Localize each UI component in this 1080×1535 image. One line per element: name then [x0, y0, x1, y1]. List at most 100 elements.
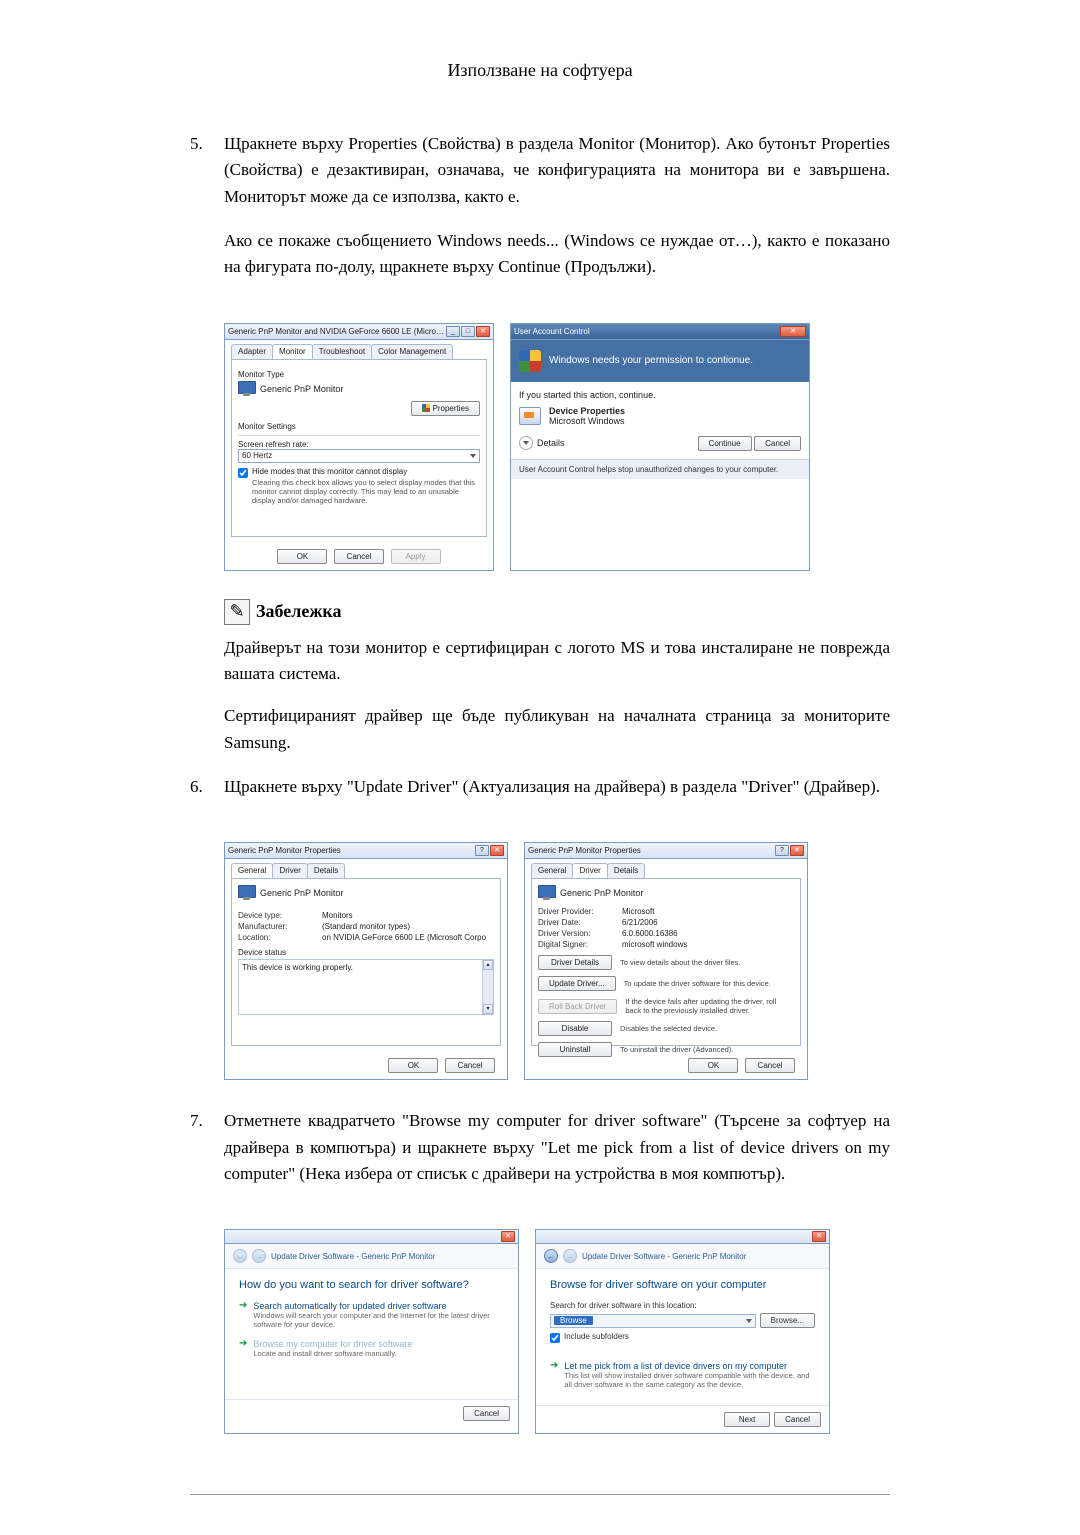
- continue-button[interactable]: Continue: [698, 436, 752, 451]
- cancel-button[interactable]: Cancel: [774, 1412, 821, 1427]
- tab-general[interactable]: General: [531, 863, 573, 878]
- cancel-button[interactable]: Cancel: [334, 549, 384, 564]
- option-label: Browse my computer for driver software: [253, 1339, 412, 1349]
- tab-driver[interactable]: Driver: [272, 863, 307, 878]
- tab-monitor[interactable]: Monitor: [272, 344, 313, 359]
- window-title: Generic PnP Monitor and NVIDIA GeForce 6…: [228, 327, 446, 336]
- uac-dialog: User Account Control ✕ Windows needs you…: [510, 323, 810, 571]
- monitor-settings-label: Monitor Settings: [238, 422, 480, 431]
- uac-headline: Windows needs your permission to contion…: [549, 355, 753, 366]
- wizard-heading: Browse for driver software on your compu…: [550, 1279, 815, 1291]
- uac-program-name: Device Properties: [549, 406, 625, 416]
- close-button[interactable]: ✕: [780, 326, 806, 337]
- scrollbar[interactable]: ▴ ▾: [482, 960, 493, 1014]
- label-driver-version: Driver Version:: [538, 929, 622, 938]
- driver-details-button[interactable]: Driver Details: [538, 955, 612, 970]
- close-button[interactable]: ✕: [790, 845, 804, 856]
- monitor-properties-driver: Generic PnP Monitor Properties ? ✕ Gener…: [524, 842, 808, 1080]
- cancel-button[interactable]: Cancel: [463, 1406, 510, 1421]
- close-button[interactable]: ✕: [476, 326, 490, 337]
- titlebar: Generic PnP Monitor Properties ? ✕: [525, 843, 807, 859]
- ok-button[interactable]: OK: [388, 1058, 438, 1073]
- titlebar: Generic PnP Monitor Properties ? ✕: [225, 843, 507, 859]
- hide-modes-input[interactable]: [238, 468, 248, 478]
- label-location: Location:: [238, 933, 322, 942]
- close-button[interactable]: ✕: [490, 845, 504, 856]
- refresh-rate-dropdown[interactable]: 60 Hertz: [238, 449, 480, 463]
- close-button[interactable]: ✕: [812, 1231, 826, 1242]
- note-title: Забележка: [256, 601, 342, 622]
- maximize-button[interactable]: □: [461, 326, 475, 337]
- label-driver-provider: Driver Provider:: [538, 907, 622, 916]
- tab-driver[interactable]: Driver: [572, 863, 607, 878]
- tab-details[interactable]: Details: [307, 863, 345, 878]
- label-manufacturer: Manufacturer:: [238, 922, 322, 931]
- properties-button[interactable]: Properties: [411, 401, 480, 416]
- update-driver-button[interactable]: Update Driver...: [538, 976, 616, 991]
- nav-back-button[interactable]: ←: [233, 1249, 247, 1263]
- step-5-para-2: Ако се покаже съобщението Windows needs.…: [224, 228, 890, 281]
- include-subfolders-input[interactable]: [550, 1333, 560, 1343]
- uac-started-text: If you started this action, continue.: [519, 390, 801, 400]
- value-location: on NVIDIA GeForce 6600 LE (Microsoft Cor…: [322, 933, 494, 942]
- scroll-up-button[interactable]: ▴: [483, 960, 493, 970]
- monitor-icon: [238, 885, 256, 901]
- cancel-button[interactable]: Cancel: [754, 436, 801, 451]
- step-number-5: 5.: [190, 131, 224, 299]
- next-button[interactable]: Next: [724, 1412, 770, 1427]
- tab-details[interactable]: Details: [607, 863, 645, 878]
- note-block: ✎ Забележка Драйверът на този монитор е …: [224, 599, 890, 756]
- nav-forward-button[interactable]: →: [563, 1249, 577, 1263]
- uac-details-toggle[interactable]: Details: [537, 438, 565, 448]
- program-icon: [519, 407, 541, 425]
- label-driver-date: Driver Date:: [538, 918, 622, 927]
- figure-row-3: ✕ ← → Update Driver Software - Generic P…: [224, 1229, 890, 1434]
- apply-button[interactable]: Apply: [391, 549, 441, 564]
- value-digital-signer: microsoft windows: [622, 940, 794, 949]
- note-icon: ✎: [224, 599, 250, 625]
- value-manufacturer: (Standard monitor types): [322, 922, 494, 931]
- uac-publisher: Microsoft Windows: [549, 416, 625, 426]
- breadcrumb: Update Driver Software - Generic PnP Mon…: [271, 1252, 435, 1261]
- window-title: User Account Control: [514, 327, 780, 336]
- scroll-down-button[interactable]: ▾: [483, 1004, 493, 1014]
- hide-modes-checkbox[interactable]: Hide modes that this monitor cannot disp…: [238, 467, 480, 478]
- option-pick-from-list[interactable]: ➔ Let me pick from a list of device driv…: [550, 1361, 815, 1389]
- step-number-7: 7.: [190, 1108, 224, 1205]
- cancel-button[interactable]: Cancel: [445, 1058, 495, 1073]
- value-driver-date: 6/21/2006: [622, 918, 794, 927]
- monitor-icon: [238, 381, 256, 397]
- help-button[interactable]: ?: [475, 845, 489, 856]
- tab-color-management[interactable]: Color Management: [371, 344, 453, 359]
- breadcrumb: Update Driver Software - Generic PnP Mon…: [582, 1252, 746, 1261]
- close-button[interactable]: ✕: [501, 1231, 515, 1242]
- nav-forward-button[interactable]: →: [252, 1249, 266, 1263]
- rollback-driver-button[interactable]: Roll Back Driver: [538, 999, 617, 1014]
- monitor-name: Generic PnP Monitor: [560, 888, 643, 898]
- arrow-icon: ➔: [239, 1301, 247, 1329]
- label-device-status: Device status: [238, 948, 494, 957]
- nav-back-button[interactable]: ←: [544, 1249, 558, 1263]
- device-status-text: This device is working properly.: [242, 963, 353, 972]
- option-search-auto[interactable]: ➔ Search automatically for updated drive…: [239, 1301, 504, 1329]
- option-browse-computer[interactable]: ➔ Browse my computer for driver software…: [239, 1339, 504, 1358]
- uninstall-button[interactable]: Uninstall: [538, 1042, 612, 1057]
- disable-button[interactable]: Disable: [538, 1021, 612, 1036]
- titlebar: ✕: [536, 1230, 829, 1244]
- browse-button[interactable]: Browse...: [760, 1313, 815, 1328]
- refresh-rate-value: 60 Hertz: [242, 451, 272, 460]
- chevron-down-icon[interactable]: [519, 436, 533, 450]
- help-button[interactable]: ?: [775, 845, 789, 856]
- tab-general[interactable]: General: [231, 863, 273, 878]
- monitor-icon: [538, 885, 556, 901]
- option-desc: Windows will search your computer and th…: [253, 1311, 504, 1329]
- rollback-driver-desc: If the device fails after updating the d…: [625, 997, 794, 1015]
- tab-adapter[interactable]: Adapter: [231, 344, 273, 359]
- cancel-button[interactable]: Cancel: [745, 1058, 795, 1073]
- path-combobox[interactable]: Browse: [550, 1314, 756, 1328]
- include-subfolders-checkbox[interactable]: Include subfolders: [550, 1332, 815, 1343]
- minimize-button[interactable]: _: [446, 326, 460, 337]
- ok-button[interactable]: OK: [277, 549, 327, 564]
- ok-button[interactable]: OK: [688, 1058, 738, 1073]
- tab-troubleshoot[interactable]: Troubleshoot: [312, 344, 372, 359]
